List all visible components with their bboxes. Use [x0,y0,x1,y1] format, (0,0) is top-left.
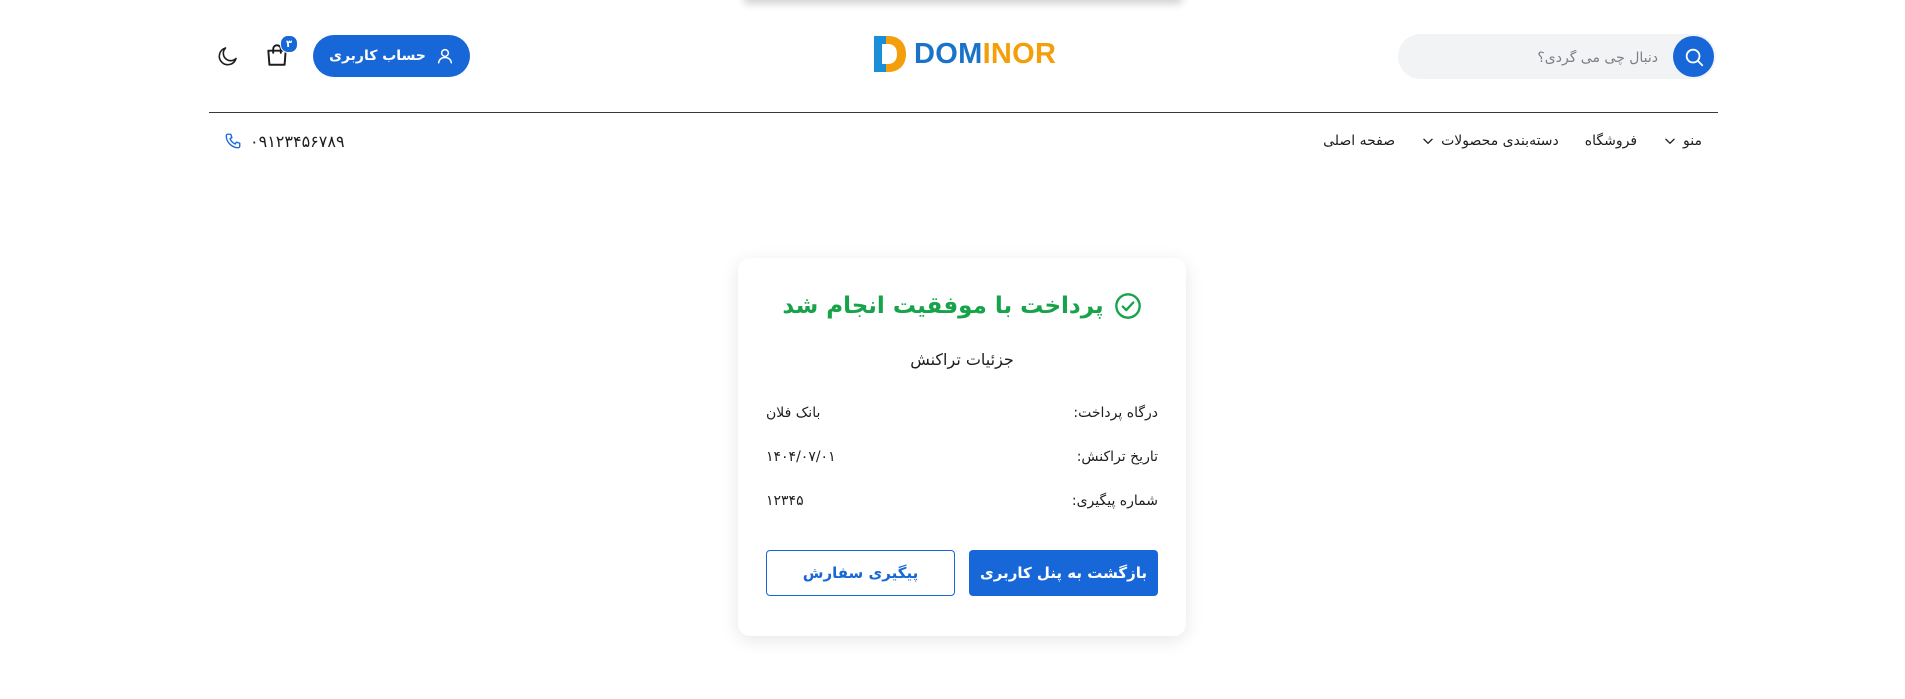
nav-item-menu[interactable]: منو [1663,133,1702,149]
user-icon [436,47,454,65]
logo[interactable]: DOMINOR [872,34,1057,74]
account-button[interactable]: حساب کاربری [313,35,470,77]
detail-row-gateway: درگاه پرداخت: بانک فلان [766,401,1158,425]
detail-value: ۱۲۳۴۵ [766,493,804,509]
track-order-button[interactable]: پیگیری سفارش [766,550,955,596]
back-to-panel-button[interactable]: بازگشت به پنل کاربری [969,550,1158,596]
detail-value: ۱۴۰۴/۰۷/۰۱ [766,449,836,465]
logo-text-part1: DOM [914,38,983,70]
cart-button[interactable]: ۳ [264,35,298,68]
detail-value: بانک فلان [766,405,821,421]
logo-mark-icon [872,34,908,74]
search-icon [1683,46,1705,68]
site-header: DOMINOR حساب کاربری ۳ [0,0,1905,113]
logo-text-part2: INOR [982,38,1057,70]
logo-text: DOMINOR [914,34,1056,74]
page: DOMINOR حساب کاربری ۳ [0,0,1905,699]
nav-item-label: دسته‌بندی محصولات [1441,133,1559,149]
nav-item-label: فروشگاه [1584,133,1638,149]
cart-count-badge: ۳ [280,35,298,53]
account-button-label: حساب کاربری [329,48,426,64]
detail-row-tracking: شماره پیگیری: ۱۲۳۴۵ [766,489,1158,513]
card-title-text: پرداخت با موفقیت انجام شد [782,293,1104,319]
payment-success-card: پرداخت با موفقیت انجام شد جزئیات تراکنش … [738,258,1186,636]
theme-toggle-button[interactable] [216,44,240,68]
main-nav: صفحه اصلی دسته‌بندی محصولات فروشگاه منو [1323,127,1702,155]
nav-item-categories[interactable]: دسته‌بندی محصولات [1421,133,1559,149]
nav-item-shop[interactable]: فروشگاه [1585,133,1637,149]
detail-row-date: تاریخ تراکنش: ۱۴۰۴/۰۷/۰۱ [766,445,1158,469]
check-circle-icon [1114,292,1142,320]
chevron-down-icon [1663,134,1677,148]
header-divider [209,112,1718,113]
nav-item-label: صفحه اصلی [1323,133,1396,149]
phone-icon [224,132,242,150]
search-input[interactable] [1416,34,1660,81]
moon-icon [216,44,240,72]
card-title: پرداخت با موفقیت انجام شد [738,288,1186,324]
phone-number: ۰۹۱۲۳۴۵۶۷۸۹ [250,131,345,151]
nav-item-label: منو [1683,133,1702,149]
phone-link[interactable]: ۰۹۱۲۳۴۵۶۷۸۹ [224,128,345,154]
card-subtitle: جزئیات تراکنش [910,350,1014,369]
chevron-down-icon [1421,134,1435,148]
detail-label: تاریخ تراکنش: [1076,449,1158,465]
detail-label: درگاه پرداخت: [1073,405,1158,421]
nav-item-home[interactable]: صفحه اصلی [1323,133,1395,149]
search-button[interactable] [1673,36,1714,77]
detail-label: شماره پیگیری: [1071,493,1158,509]
search-box [1398,34,1716,81]
